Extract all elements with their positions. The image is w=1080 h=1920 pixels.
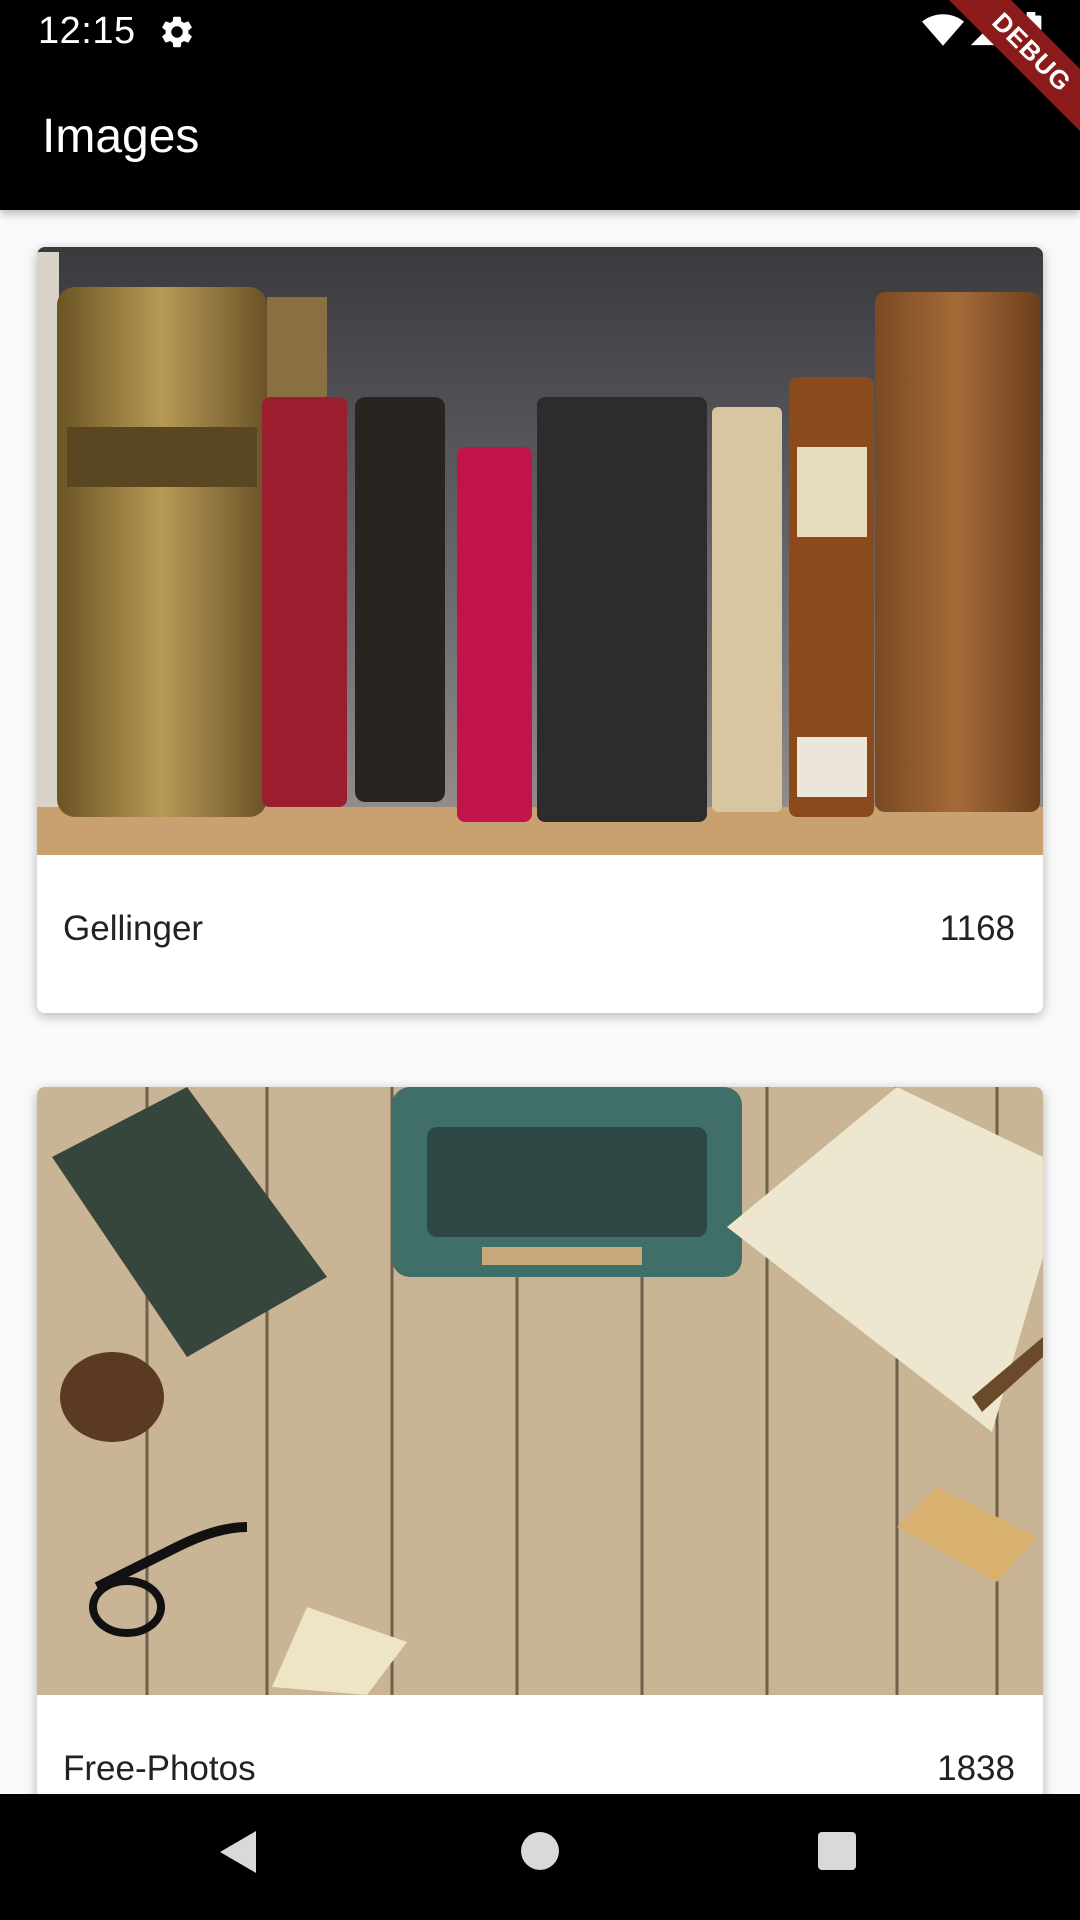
card-count: 1838 [937, 1749, 1015, 1788]
app-bar: Images [0, 63, 1080, 210]
page-title: Images [42, 110, 200, 163]
card-author: Free-Photos [63, 1749, 256, 1788]
navigation-bar [0, 1794, 1080, 1920]
debug-banner: DEBUG [920, 0, 1080, 160]
status-bar: 12:15 [0, 0, 1080, 63]
image-list[interactable]: Gellinger 1168 Free-Photos 1838 [0, 210, 1080, 1794]
recents-icon[interactable] [817, 1831, 857, 1871]
home-icon[interactable] [520, 1831, 560, 1871]
back-icon[interactable] [216, 1827, 260, 1877]
gear-icon [162, 16, 192, 48]
card-count: 1168 [939, 909, 1015, 948]
image-card[interactable]: Gellinger 1168 [37, 247, 1043, 1013]
card-image-books [37, 247, 1043, 855]
image-card[interactable]: Free-Photos 1838 [37, 1087, 1043, 1794]
card-image-typewriter [37, 1087, 1043, 1695]
status-time: 12:15 [38, 10, 136, 52]
debug-banner-label: DEBUG [931, 0, 1080, 153]
card-author: Gellinger [63, 909, 204, 948]
